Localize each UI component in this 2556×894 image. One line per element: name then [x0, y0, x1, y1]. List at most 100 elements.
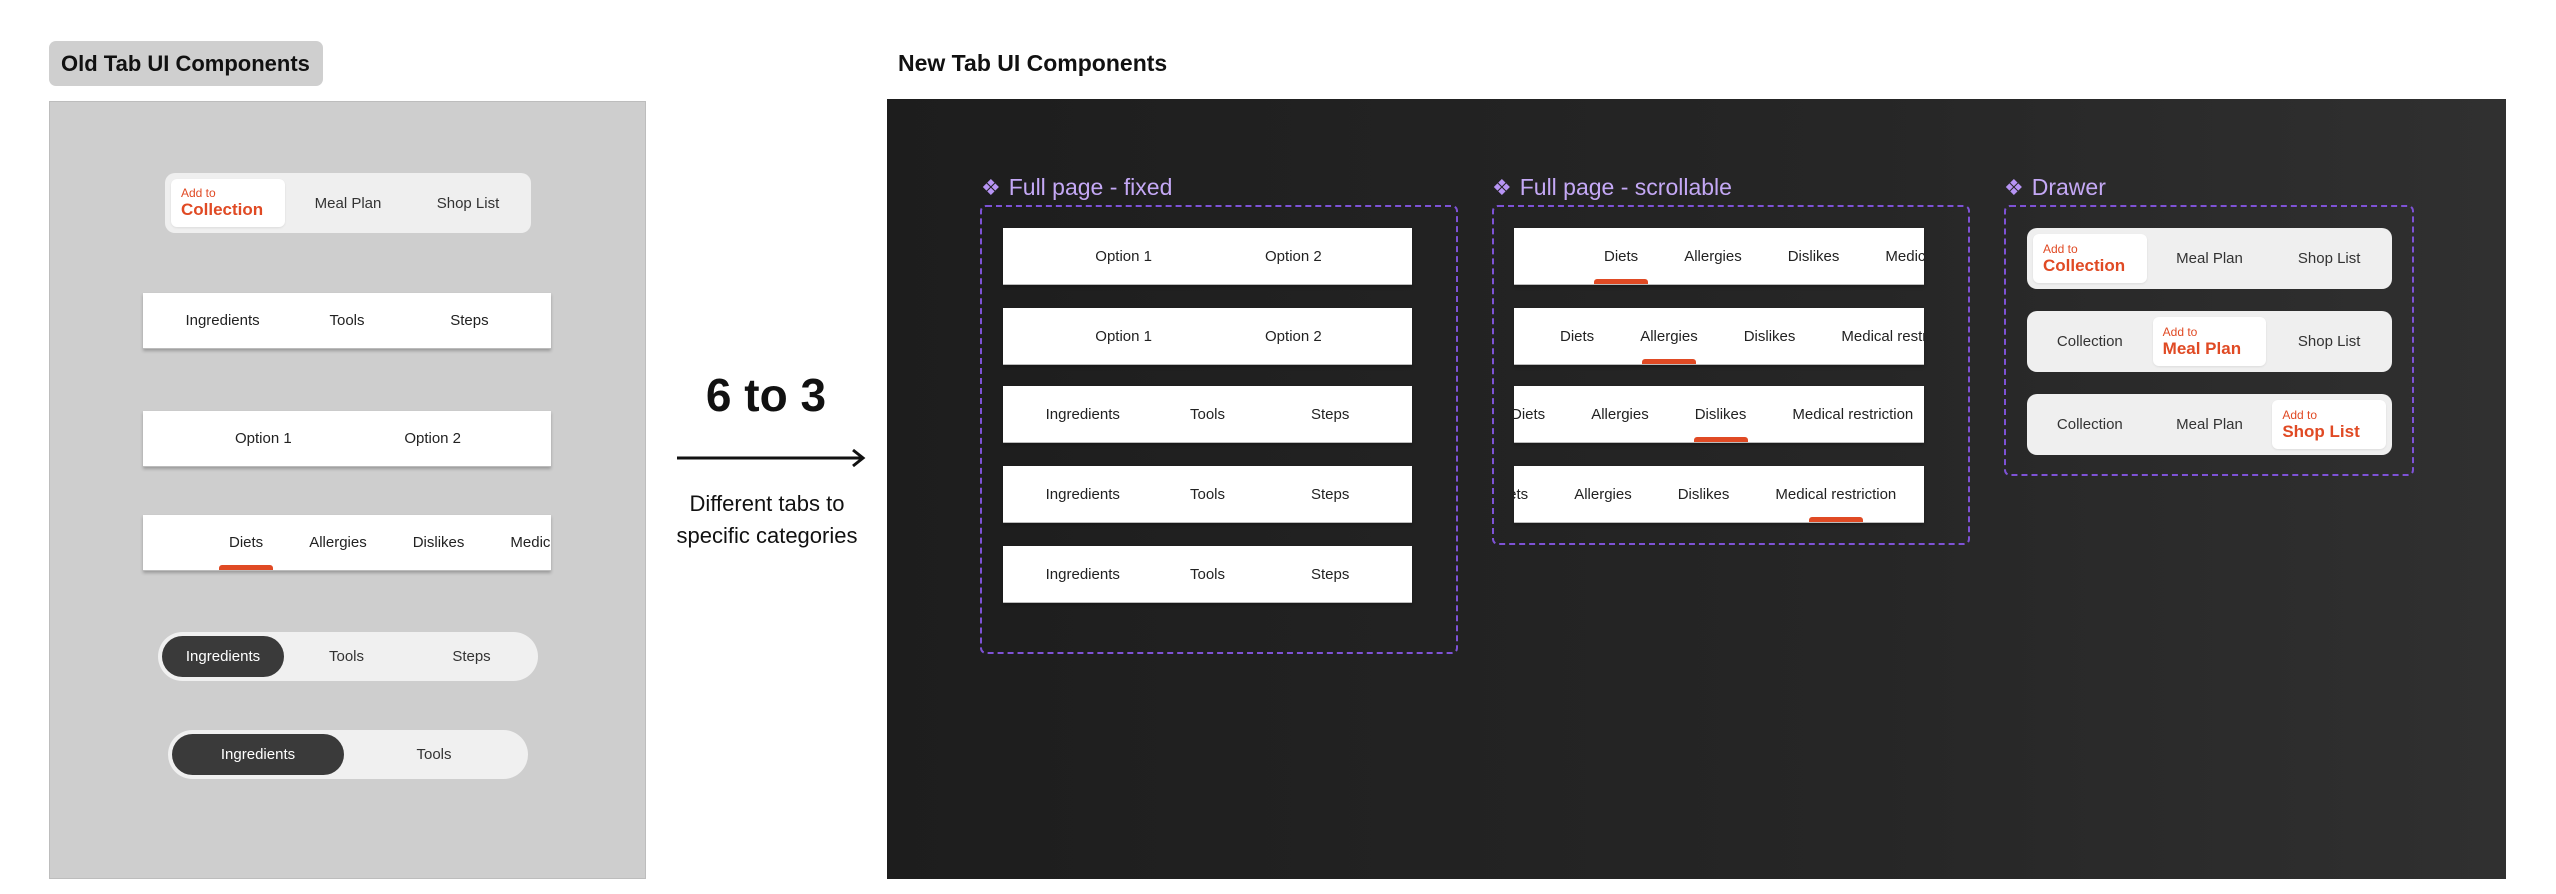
- old-section-title: Old Tab UI Components: [49, 41, 323, 86]
- tab-collection[interactable]: Add to Collection: [171, 179, 285, 227]
- tab-meal-plan[interactable]: Add to Meal Plan: [2152, 317, 2267, 366]
- tab-label: Medical restriction: [1792, 405, 1914, 423]
- tab-bar-fixed: Option 1 Option 2: [143, 411, 551, 467]
- tab-collection[interactable]: Collection: [2033, 400, 2147, 449]
- group-label-text: Drawer: [2031, 174, 2106, 200]
- tab-allergies[interactable]: Allergies: [1591, 386, 1649, 442]
- tab-bar-fixed: Ingredients Tools Steps: [1003, 546, 1412, 603]
- tab-prefix: Add to: [181, 186, 216, 200]
- tab-dislikes[interactable]: Dislikes: [1678, 466, 1730, 522]
- tab-label: Collection: [181, 200, 264, 219]
- segment-tools[interactable]: Tools: [284, 636, 409, 677]
- tab-option-1[interactable]: Option 1: [1095, 228, 1152, 284]
- tab-collection[interactable]: Collection: [2033, 317, 2147, 366]
- tab-label: Shop List: [2297, 250, 2361, 267]
- tab-collection[interactable]: Add to Collection: [2033, 234, 2147, 283]
- ratio-heading: 6 to 3: [705, 369, 827, 421]
- active-tab-indicator: [1594, 279, 1649, 284]
- tab-label: Diets: [1514, 405, 1546, 423]
- tab-meal-plan[interactable]: Meal Plan: [2153, 400, 2267, 449]
- tab-ingredients[interactable]: Ingredients: [1046, 466, 1120, 522]
- tab-option-2[interactable]: Option 2: [1265, 228, 1322, 284]
- tab-label: Allergies: [1640, 327, 1698, 345]
- tab-allergies[interactable]: Allergies: [1640, 308, 1698, 364]
- add-to-tab-card: Add to Collection Meal Plan Shop List: [2027, 228, 2392, 289]
- group-label-text: Full page - fixed: [1008, 174, 1173, 200]
- tab-dislikes[interactable]: Dislikes: [413, 515, 465, 570]
- tab-row: Diets Allergies Dislikes Medical restrictio…: [1560, 308, 1924, 364]
- add-to-tab-card: Add to Collection Meal Plan Shop List: [165, 173, 531, 233]
- segment-tools[interactable]: Tools: [344, 734, 524, 775]
- add-to-tab-card: Collection Add to Meal Plan Shop List: [2027, 311, 2392, 372]
- tab-label: Dislikes: [1743, 327, 1796, 345]
- tab-dislikes[interactable]: Dislikes: [1693, 386, 1748, 442]
- active-tab-indicator: [1641, 359, 1696, 364]
- tab-label: Medical restriction: [510, 534, 551, 551]
- tab-steps[interactable]: Steps: [1311, 386, 1349, 442]
- segment-ingredients[interactable]: Ingredients: [172, 734, 344, 775]
- tab-ingredients[interactable]: Ingredients: [1046, 386, 1120, 442]
- tab-label: Dislikes: [1677, 485, 1730, 503]
- segmented-tab-pill: Ingredients Tools Steps: [158, 632, 538, 681]
- tab-medical-restriction[interactable]: Medical restriction: [1775, 466, 1896, 522]
- tab-bar-scrollable[interactable]: Diets Allergies Dislikes Medical restrictio…: [1514, 466, 1924, 523]
- tab-tools[interactable]: Tools: [1190, 386, 1225, 442]
- tab-steps[interactable]: Steps: [1311, 546, 1349, 602]
- tab-option-2[interactable]: Option 2: [1265, 308, 1322, 364]
- tab-prefix: Add to: [2162, 324, 2198, 339]
- tab-bar-scrollable[interactable]: Diets Allergies Dislikes Medical restrictio…: [143, 515, 551, 571]
- tab-steps[interactable]: Steps: [450, 293, 488, 348]
- tab-label: Diets: [229, 534, 264, 551]
- tab-medical-restriction[interactable]: Medical restriction: [510, 515, 551, 570]
- tab-option-2[interactable]: Option 2: [404, 411, 461, 466]
- tab-label: Shop List: [2297, 333, 2361, 350]
- tab-ingredients[interactable]: Ingredients: [1046, 546, 1120, 602]
- tab-meal-plan[interactable]: Meal Plan: [2153, 234, 2267, 283]
- tab-tools[interactable]: Tools: [1190, 466, 1225, 522]
- tab-label: Collection: [2043, 255, 2126, 275]
- tab-label: Shop List: [2282, 421, 2360, 441]
- tab-meal-plan[interactable]: Meal Plan: [291, 179, 405, 227]
- tab-option-1[interactable]: Option 1: [1095, 308, 1152, 364]
- tab-allergies[interactable]: Allergies: [1684, 228, 1742, 284]
- tab-bar-fixed: Ingredients Tools Steps: [1003, 466, 1412, 523]
- segment-steps[interactable]: Steps: [409, 636, 534, 677]
- tab-bar-scrollable[interactable]: Diets Allergies Dislikes Medical restrictio…: [1514, 386, 1924, 443]
- tab-medical-restriction[interactable]: Medical restriction: [1841, 308, 1924, 364]
- tab-diets[interactable]: Diets: [1560, 308, 1594, 364]
- tab-steps[interactable]: Steps: [1311, 466, 1349, 522]
- group-label-fixed: ❖ Full page - fixed: [981, 174, 1172, 201]
- description-line: Different tabs to: [689, 491, 845, 516]
- tab-tools[interactable]: Tools: [1190, 546, 1225, 602]
- tab-shop-list[interactable]: Shop List: [2272, 317, 2386, 366]
- tab-label: Allergies: [309, 534, 367, 551]
- tab-medical-restriction[interactable]: Medical restriction: [1885, 228, 1924, 284]
- component-icon: ❖: [1492, 174, 1512, 200]
- tab-label: Diets: [1604, 247, 1639, 265]
- tab-diets[interactable]: Diets: [1514, 386, 1545, 442]
- tab-bar-scrollable[interactable]: Diets Allergies Dislikes Medical restrictio…: [1514, 308, 1924, 365]
- tab-label: Meal Plan: [314, 194, 382, 212]
- tab-option-1[interactable]: Option 1: [235, 411, 292, 466]
- component-icon: ❖: [2004, 174, 2024, 200]
- tab-shop-list[interactable]: Shop List: [411, 179, 525, 227]
- tab-diets[interactable]: Diets: [1594, 228, 1649, 284]
- tab-row: Diets Allergies Dislikes Medical restrictio…: [1594, 228, 1924, 284]
- tab-dislikes[interactable]: Dislikes: [1744, 308, 1796, 364]
- group-label-drawer: ❖ Drawer: [2004, 174, 2106, 201]
- tab-dislikes[interactable]: Dislikes: [1788, 228, 1840, 284]
- segment-ingredients[interactable]: Ingredients: [162, 636, 284, 677]
- tab-tools[interactable]: Tools: [329, 293, 364, 348]
- tab-bar-scrollable[interactable]: Diets Allergies Dislikes Medical restrictio…: [1514, 228, 1924, 285]
- tab-diets[interactable]: Diets: [219, 515, 274, 570]
- tab-medical-restriction[interactable]: Medical restriction: [1792, 386, 1913, 442]
- tab-diets[interactable]: Diets: [1514, 466, 1528, 522]
- tab-shop-list[interactable]: Shop List: [2272, 234, 2386, 283]
- tab-ingredients[interactable]: Ingredients: [185, 293, 259, 348]
- tab-shop-list[interactable]: Add to Shop List: [2272, 400, 2386, 449]
- tab-allergies[interactable]: Allergies: [1574, 466, 1632, 522]
- arrow-right-icon: [677, 448, 866, 468]
- tab-label: Dislikes: [1787, 247, 1840, 265]
- tab-label: Allergies: [1591, 405, 1649, 423]
- tab-allergies[interactable]: Allergies: [309, 515, 367, 570]
